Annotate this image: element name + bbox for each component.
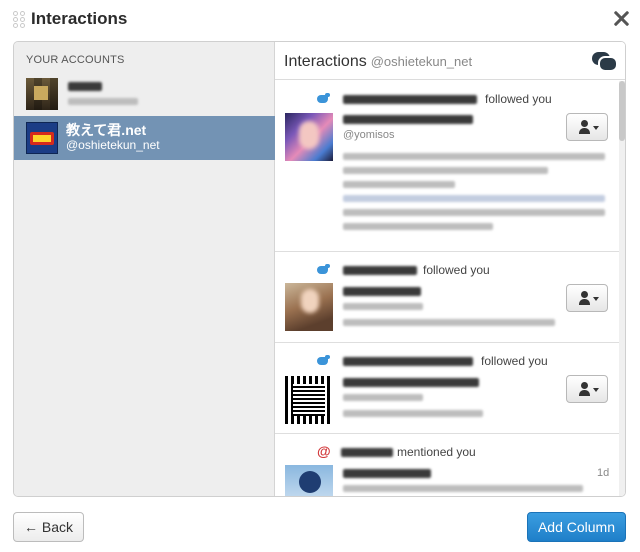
twitter-bird-icon — [316, 264, 330, 276]
column-handle: @oshietekun_net — [370, 54, 473, 69]
accounts-sidebar: YOUR ACCOUNTS 教えて君.net @oshietekun_net — [14, 42, 275, 496]
column-header: Interactions @oshietekun_net — [275, 42, 625, 80]
account-handle: @oshietekun_net — [66, 138, 160, 152]
chevron-down-icon — [593, 388, 599, 392]
user-bio-redacted — [343, 319, 555, 326]
column-title: Interactions @oshietekun_net — [284, 53, 472, 71]
user-name-redacted — [343, 95, 477, 104]
interaction-action: followed you — [481, 354, 548, 368]
interaction-item[interactable]: followed you — [275, 344, 619, 434]
tweet-time: 1d — [597, 467, 610, 479]
user-display-name-redacted — [343, 287, 421, 296]
interaction-action: mentioned you — [397, 445, 476, 459]
user-avatar[interactable] — [285, 113, 333, 161]
at-icon: @ — [317, 443, 331, 459]
feed-scrollbar[interactable] — [619, 81, 625, 496]
interaction-item[interactable]: followed you — [275, 253, 619, 343]
user-bio-redacted — [343, 410, 483, 417]
column-title-text: Interactions — [284, 53, 367, 70]
user-name-redacted — [341, 448, 393, 457]
follow-button[interactable] — [566, 113, 608, 141]
user-handle-redacted — [343, 303, 423, 310]
user-handle: @yomisos — [343, 129, 395, 141]
user-name-redacted — [343, 357, 473, 366]
twitter-bird-icon — [316, 93, 330, 105]
twitter-bird-icon — [316, 355, 330, 367]
user-bio-redacted — [343, 153, 605, 237]
interactions-column: Interactions @oshietekun_net followed you… — [275, 42, 625, 496]
chevron-down-icon — [593, 297, 599, 301]
user-handle-redacted — [343, 394, 423, 401]
follow-button[interactable] — [566, 375, 608, 403]
account-item[interactable] — [14, 72, 275, 116]
user-name-redacted — [343, 266, 417, 275]
account-handle-redacted — [68, 98, 138, 105]
user-avatar[interactable] — [285, 283, 333, 331]
back-button[interactable]: ← Back — [13, 512, 84, 542]
dialog-header: Interactions — [0, 0, 640, 38]
user-display-name-redacted — [343, 469, 431, 478]
avatar — [26, 78, 58, 110]
chevron-down-icon — [593, 126, 599, 130]
avatar — [26, 122, 58, 154]
account-name: 教えて君.net — [66, 122, 147, 138]
dialog-body: YOUR ACCOUNTS 教えて君.net @oshietekun_net I… — [13, 41, 626, 497]
user-display-name-redacted — [343, 378, 479, 387]
dialog-title: Interactions — [31, 9, 128, 28]
interaction-item[interactable]: @ mentioned you 1d — [275, 435, 619, 496]
interaction-action: followed you — [485, 92, 552, 106]
user-avatar[interactable] — [285, 465, 333, 496]
interactions-dialog: Interactions YOUR ACCOUNTS 教えて君.net @osh… — [0, 0, 640, 552]
scrollbar-thumb[interactable] — [619, 81, 625, 141]
follow-button[interactable] — [566, 284, 608, 312]
tweet-text-redacted — [343, 485, 583, 492]
account-item-selected[interactable]: 教えて君.net @oshietekun_net — [14, 116, 275, 160]
accounts-header: YOUR ACCOUNTS — [26, 54, 125, 66]
drag-handle-icon[interactable] — [13, 11, 27, 28]
add-column-button[interactable]: Add Column — [527, 512, 626, 542]
interaction-item[interactable]: followed you @yomisos — [275, 81, 619, 252]
user-display-name-redacted — [343, 115, 473, 124]
interactions-feed[interactable]: followed you @yomisos followed you follo… — [275, 81, 619, 496]
close-icon[interactable] — [610, 8, 632, 30]
account-name-redacted — [68, 82, 102, 91]
user-avatar[interactable] — [285, 376, 333, 424]
conversation-icon[interactable] — [592, 52, 618, 72]
interaction-action: followed you — [423, 263, 490, 277]
